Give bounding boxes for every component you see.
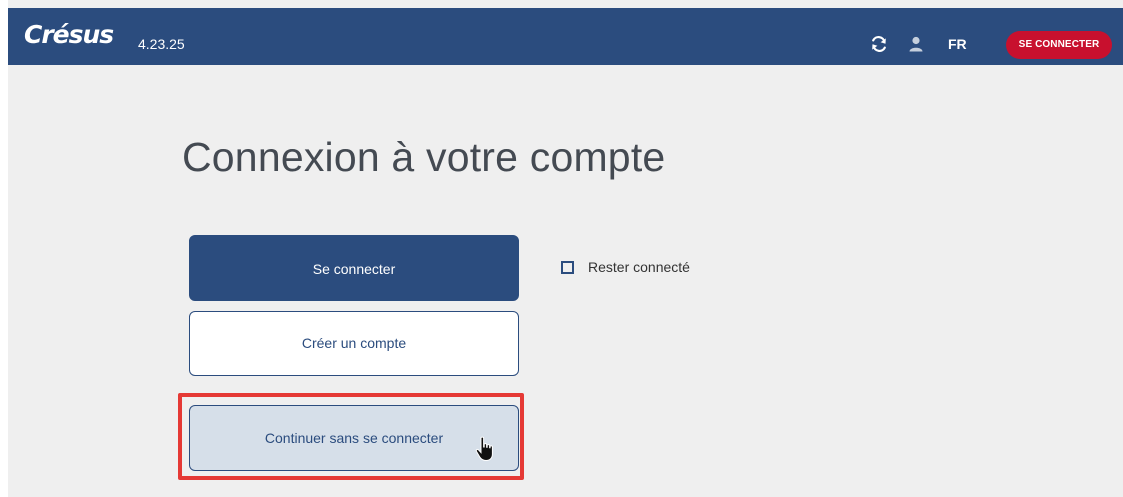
remember-me-label: Rester connecté bbox=[588, 259, 690, 275]
version-label: 4.23.25 bbox=[138, 36, 185, 52]
remember-me-checkbox[interactable] bbox=[561, 260, 574, 274]
header-signin-button[interactable]: SE CONNECTER bbox=[1006, 31, 1112, 59]
app-window: Crésus 4.23.25 FR SE CONNECTER Connexion… bbox=[8, 0, 1123, 497]
continue-without-login-button[interactable]: Continuer sans se connecter bbox=[189, 405, 519, 471]
login-button[interactable]: Se connecter bbox=[189, 235, 519, 301]
top-bar: Crésus 4.23.25 FR SE CONNECTER bbox=[8, 8, 1123, 65]
hand-cursor-icon bbox=[475, 436, 493, 462]
cresus-logo[interactable]: Crésus bbox=[24, 20, 114, 49]
refresh-icon[interactable] bbox=[870, 35, 888, 53]
remember-me-option[interactable]: Rester connecté bbox=[561, 259, 690, 275]
language-selector[interactable]: FR bbox=[948, 36, 967, 52]
user-icon[interactable] bbox=[907, 35, 925, 53]
page-title: Connexion à votre compte bbox=[182, 134, 666, 180]
create-account-button[interactable]: Créer un compte bbox=[189, 311, 519, 376]
